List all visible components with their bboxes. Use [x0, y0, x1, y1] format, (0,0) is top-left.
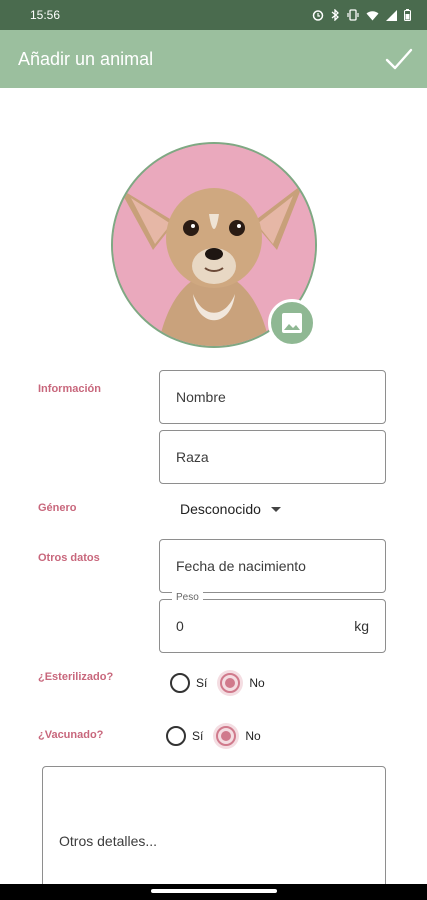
avatar-container: [111, 142, 317, 348]
status-icons: [312, 9, 411, 21]
other-section-label: Otros datos: [38, 552, 100, 564]
weight-unit: kg: [354, 618, 369, 634]
bluetooth-icon: [331, 9, 339, 21]
vaccinated-radio-group: Sí No: [166, 723, 261, 749]
status-bar: 15:56: [0, 0, 427, 30]
dropdown-arrow-icon: [270, 506, 281, 512]
save-button[interactable]: [383, 43, 415, 75]
name-input[interactable]: Nombre: [159, 370, 386, 424]
sterilized-yes-radio[interactable]: [170, 673, 190, 693]
vaccinated-yes-radio[interactable]: [166, 726, 186, 746]
sterilized-yes-label: Sí: [196, 676, 208, 690]
alarm-icon: [312, 10, 324, 21]
check-icon: [385, 48, 413, 70]
sterilized-radio-group: Sí No: [170, 670, 265, 696]
breed-placeholder: Raza: [176, 449, 209, 465]
sterilized-section-label: ¿Esterilizado?: [38, 671, 114, 683]
app-bar: Añadir un animal: [0, 30, 427, 88]
gender-section-label: Género: [38, 502, 77, 514]
vibrate-icon: [347, 9, 359, 21]
weight-value: 0: [176, 618, 184, 634]
details-textarea[interactable]: Otros detalles...: [42, 766, 386, 896]
name-placeholder: Nombre: [176, 389, 226, 405]
wifi-icon: [366, 10, 379, 20]
home-gesture-handle[interactable]: [151, 889, 277, 893]
sterilized-no-label: No: [249, 676, 265, 690]
breed-input[interactable]: Raza: [159, 430, 386, 484]
weight-floating-label: Peso: [172, 592, 203, 603]
vaccinated-no-label: No: [245, 729, 261, 743]
navigation-bar: [0, 884, 427, 900]
gender-dropdown[interactable]: Desconocido: [180, 498, 281, 520]
vaccinated-no-radio-halo: [213, 723, 240, 749]
info-section-label: Información: [38, 383, 101, 395]
change-photo-button[interactable]: [268, 299, 316, 347]
vaccinated-section-label: ¿Vacunado?: [38, 729, 104, 741]
details-placeholder: Otros detalles...: [59, 833, 158, 849]
birthdate-input[interactable]: Fecha de nacimiento: [159, 539, 386, 593]
vaccinated-yes-label: Sí: [192, 729, 204, 743]
weight-input[interactable]: Peso 0 kg: [159, 592, 386, 653]
battery-icon: [404, 9, 411, 21]
signal-icon: [386, 9, 397, 21]
gender-selected-value: Desconocido: [180, 501, 261, 517]
birthdate-placeholder: Fecha de nacimiento: [176, 558, 306, 574]
page-title: Añadir un animal: [18, 48, 154, 69]
image-icon: [282, 313, 302, 333]
sterilized-no-radio[interactable]: [220, 673, 241, 693]
vaccinated-no-radio[interactable]: [216, 726, 237, 746]
sterilized-no-radio-halo: [217, 670, 244, 696]
status-time: 15:56: [30, 8, 61, 22]
